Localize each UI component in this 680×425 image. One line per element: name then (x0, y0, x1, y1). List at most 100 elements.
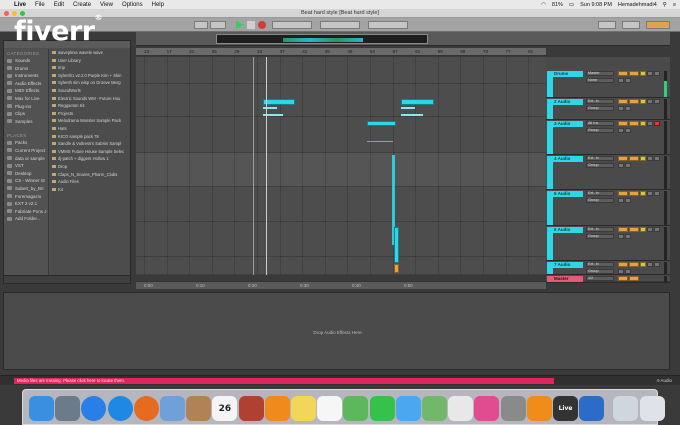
loop-length-field[interactable] (368, 21, 408, 29)
solo-button[interactable] (647, 99, 653, 104)
monitor-auto-button[interactable] (625, 234, 631, 239)
launchpad-icon[interactable] (55, 396, 81, 421)
track-pan-field[interactable] (629, 262, 639, 267)
track-volume-field[interactable] (618, 71, 628, 76)
track-volume-field[interactable] (618, 99, 628, 104)
track-lane[interactable] (136, 257, 546, 275)
browser-file-item[interactable]: Melodrama Monster Sample Pack (50, 117, 130, 125)
illustrator-icon[interactable] (238, 396, 264, 421)
input-type-dropdown[interactable]: Master (586, 71, 614, 76)
solo-button[interactable] (647, 71, 653, 76)
battery-percent[interactable]: 81% (552, 2, 563, 8)
track-header[interactable]: 5 Audio Ext. In Group (546, 190, 670, 226)
monitor-in-button[interactable] (618, 269, 624, 274)
track-activator-button[interactable] (640, 191, 646, 196)
input-channel-dropdown[interactable]: Group (586, 234, 614, 239)
track-header[interactable]: 2 Audio Ext. In Group (546, 98, 670, 120)
browser-category-item[interactable]: Instruments (4, 72, 48, 80)
audio-clip[interactable] (367, 121, 396, 126)
monitor-auto-button[interactable] (625, 163, 631, 168)
song-position-field[interactable] (272, 21, 312, 29)
browser-file-item[interactable]: VMMS Future House Sample Selec (50, 148, 130, 156)
solo-button[interactable] (647, 191, 653, 196)
browser-place-item[interactable]: Foremagazio (4, 193, 48, 201)
input-channel-dropdown[interactable]: Group (586, 269, 614, 274)
track-volume-field[interactable] (618, 262, 628, 267)
tap-button[interactable] (194, 21, 208, 29)
input-channel-dropdown[interactable]: Group (586, 198, 614, 203)
arm-button[interactable] (654, 99, 660, 104)
midi-map-button[interactable] (622, 21, 640, 29)
track-pan-field[interactable] (629, 227, 639, 232)
firefox-icon[interactable] (133, 396, 159, 421)
track-header[interactable]: 6 Audio Ext. In Group (546, 226, 670, 261)
input-channel-dropdown[interactable]: None (586, 78, 614, 83)
browser-file-item[interactable]: SoundWorls (50, 87, 130, 95)
menu-create[interactable]: Create (73, 2, 91, 8)
browser-file-item[interactable]: Reggaeton Kit (50, 102, 130, 110)
input-type-dropdown[interactable]: Ext. In (586, 262, 614, 267)
track-header[interactable]: Drums Master None (546, 70, 670, 98)
spotlight-icon[interactable]: ⚲ (663, 2, 667, 8)
menu-live[interactable]: Live (14, 2, 26, 8)
notification-center-icon[interactable]: ≡ (673, 2, 676, 8)
notes-icon[interactable] (291, 396, 316, 421)
photos-icon[interactable] (448, 396, 474, 421)
messages-icon[interactable] (395, 396, 421, 421)
browser-file-item[interactable]: Drop (50, 163, 130, 171)
browser-preview-bar[interactable] (4, 275, 130, 283)
arm-button[interactable] (654, 121, 660, 126)
browser-file-item[interactable]: Imp (50, 64, 130, 72)
browser-file-item[interactable]: KICO sample pack 78 (50, 133, 130, 141)
input-type-dropdown[interactable]: Ext. In (586, 99, 614, 104)
arrangement-overview[interactable] (136, 32, 670, 46)
input-type-dropdown[interactable]: All Ins (586, 121, 614, 126)
track-pan-field[interactable] (629, 99, 639, 104)
input-channel-dropdown[interactable]: Group (586, 163, 614, 168)
track-lane[interactable] (136, 187, 546, 222)
track-lane[interactable] (136, 153, 546, 187)
browser-category-item[interactable]: Sounds (4, 57, 48, 65)
browser-file-item[interactable]: Sandle & Vultress's Sabrini Sampl (50, 140, 130, 148)
monitor-auto-button[interactable] (625, 78, 631, 83)
solo-button[interactable] (647, 121, 653, 126)
finder-icon[interactable] (29, 396, 54, 421)
device-view[interactable]: Drop Audio Effects Here (3, 292, 670, 370)
track-volume-field[interactable] (618, 156, 628, 161)
track-volume-field[interactable] (618, 276, 628, 281)
solo-button[interactable] (647, 227, 653, 232)
track-activator-button[interactable] (640, 227, 646, 232)
playhead[interactable] (266, 57, 267, 275)
browser-place-item[interactable]: Current Project (4, 147, 48, 155)
monitor-in-button[interactable] (618, 163, 624, 168)
itunes-icon[interactable] (474, 396, 500, 421)
menu-options[interactable]: Options (122, 2, 143, 8)
track-volume-field[interactable] (618, 121, 628, 126)
browser-place-item[interactable]: Sabert_by_Bri (4, 185, 48, 193)
arm-button[interactable] (654, 71, 660, 76)
missing-media-warning[interactable]: Media files are missing. Please click he… (14, 378, 554, 384)
track-activator-button[interactable] (640, 121, 646, 126)
browser-category-item[interactable]: MIDI Effects (4, 87, 48, 95)
monitor-in-button[interactable] (618, 106, 624, 111)
track-pan-field[interactable] (629, 276, 639, 281)
input-type-dropdown[interactable]: Ext. In (586, 191, 614, 196)
browser-category-item[interactable]: Drums (4, 65, 48, 73)
arm-button[interactable] (654, 191, 660, 196)
browser-file-item[interactable]: dj-patch + diggers Hollow 1 (50, 155, 130, 163)
tempo-field[interactable] (210, 21, 226, 29)
audio-clip[interactable] (263, 99, 295, 105)
track-activator-button[interactable] (640, 262, 646, 267)
track-header[interactable]: 7 Audio Ext. In Group (546, 261, 670, 275)
charts-icon[interactable] (343, 396, 369, 421)
monitor-in-button[interactable] (618, 78, 624, 83)
track-lane[interactable] (136, 117, 546, 153)
overview-visible-range[interactable] (216, 34, 428, 44)
wifi-icon[interactable]: ◠ (541, 2, 546, 8)
preview-icon[interactable] (160, 396, 185, 421)
maps-icon[interactable] (422, 396, 447, 421)
track-activator-button[interactable] (640, 99, 646, 104)
input-type-dropdown[interactable]: 1/2 (586, 276, 614, 281)
input-type-dropdown[interactable]: Ext. In (586, 156, 614, 161)
stop-icon[interactable] (247, 21, 255, 29)
